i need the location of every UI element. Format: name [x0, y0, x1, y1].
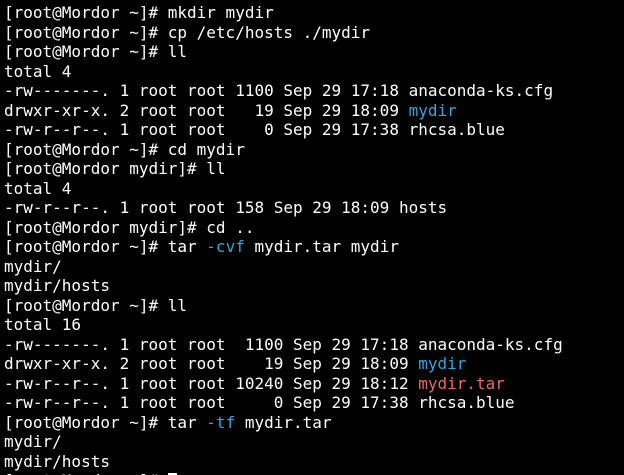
- terminal-text-cyan: mydir: [408, 100, 457, 120]
- terminal-text: [root@Mordor ~]# tar: [4, 412, 207, 432]
- terminal-text: drwxr-xr-x. 2 root root 19 Sep 29 18:09: [4, 100, 409, 120]
- terminal-line: mydir/: [4, 432, 624, 452]
- terminal-text: mydir/hosts: [4, 451, 110, 471]
- terminal-text: -rw-r--r--. 1 root root 0 Sep 29 17:38 r…: [4, 120, 505, 139]
- terminal-text: [root@Mordor ~]# ll: [4, 42, 188, 61]
- terminal-line: mydir/hosts: [4, 276, 624, 296]
- terminal-line: [root@Mordor ~]# cp /etc/hosts ./mydir: [4, 23, 624, 43]
- terminal-line: -rw-------. 1 root root 1100 Sep 29 17:1…: [4, 81, 624, 101]
- terminal-text: [root@Mordor ~]#: [4, 471, 168, 475]
- terminal-line: -rw-r--r--. 1 root root 0 Sep 29 17:38 r…: [4, 393, 624, 413]
- terminal-line: [root@Mordor mydir]# cd ..: [4, 218, 624, 238]
- terminal-text: mydir.tar mydir: [244, 237, 399, 256]
- terminal-text: mydir.tar: [235, 412, 332, 432]
- terminal-line: -rw-r--r--. 1 root root 10240 Sep 29 18:…: [4, 374, 624, 394]
- terminal-line: [root@Mordor ~]# tar -cvf mydir.tar mydi…: [4, 237, 624, 257]
- terminal-text-cyan: -tf: [206, 412, 236, 432]
- terminal-text-cyan: mydir: [418, 354, 467, 373]
- terminal-line: -rw-r--r--. 1 root root 0 Sep 29 17:38 r…: [4, 120, 624, 140]
- terminal-line: total 4: [4, 179, 624, 199]
- terminal-line: total 16: [4, 315, 624, 335]
- terminal-line: total 4: [4, 62, 624, 82]
- terminal-text: mydir/: [4, 432, 62, 451]
- terminal-text: [root@Mordor ~]# mkdir mydir: [4, 3, 274, 22]
- terminal-text: -rw-------. 1 root root 1100 Sep 29 17:1…: [4, 334, 563, 354]
- terminal-text: total 4: [4, 178, 72, 198]
- terminal-text: -rw-------. 1 root root 1100 Sep 29 17:1…: [4, 81, 554, 100]
- terminal-text: [root@Mordor ~]# cp /etc/hosts ./mydir: [4, 22, 371, 42]
- terminal-text: [root@Mordor ~]# tar: [4, 237, 207, 256]
- terminal-line: drwxr-xr-x. 2 root root 19 Sep 29 18:09 …: [4, 101, 624, 121]
- terminal-text: [root@Mordor ~]# cd mydir: [4, 139, 245, 159]
- terminal-line: [root@Mordor ~]#: [4, 471, 624, 475]
- terminal-line: [root@Mordor ~]# ll: [4, 296, 624, 316]
- terminal-text-cyan: -cvf: [206, 237, 245, 256]
- terminal-line: [root@Mordor mydir]# ll: [4, 159, 624, 179]
- terminal-text: [root@Mordor mydir]# ll: [4, 159, 226, 178]
- terminal-line: -rw-r--r--. 1 root root 158 Sep 29 18:09…: [4, 198, 624, 218]
- terminal-text-red: mydir.tar: [418, 373, 505, 393]
- terminal-text: [root@Mordor mydir]# cd ..: [4, 217, 255, 237]
- terminal-text: mydir/hosts: [4, 276, 110, 295]
- terminal-text: [root@Mordor ~]# ll: [4, 295, 188, 315]
- terminal-window[interactable]: [root@Mordor ~]# mkdir mydir [root@Mordor…: [0, 0, 624, 475]
- terminal-line: mydir/hosts: [4, 452, 624, 472]
- terminal-text: mydir/: [4, 256, 62, 276]
- terminal-line: -rw-------. 1 root root 1100 Sep 29 17:1…: [4, 335, 624, 355]
- terminal-text: -rw-r--r--. 1 root root 158 Sep 29 18:09…: [4, 198, 448, 217]
- terminal-line: mydir/: [4, 257, 624, 277]
- terminal-line: drwxr-xr-x. 2 root root 19 Sep 29 18:09 …: [4, 354, 624, 374]
- terminal-text: total 4: [4, 61, 72, 81]
- terminal-text: drwxr-xr-x. 2 root root 19 Sep 29 18:09: [4, 354, 419, 373]
- terminal-line: [root@Mordor ~]# tar -tf mydir.tar: [4, 413, 624, 433]
- terminal-text: total 16: [4, 315, 82, 334]
- terminal-text: -rw-r--r--. 1 root root 0 Sep 29 17:38 r…: [4, 393, 515, 412]
- terminal-line: [root@Mordor ~]# ll: [4, 42, 624, 62]
- terminal-line: [root@Mordor ~]# cd mydir: [4, 140, 624, 160]
- terminal-text: -rw-r--r--. 1 root root 10240 Sep 29 18:…: [4, 373, 419, 393]
- terminal-line: [root@Mordor ~]# mkdir mydir: [4, 3, 624, 23]
